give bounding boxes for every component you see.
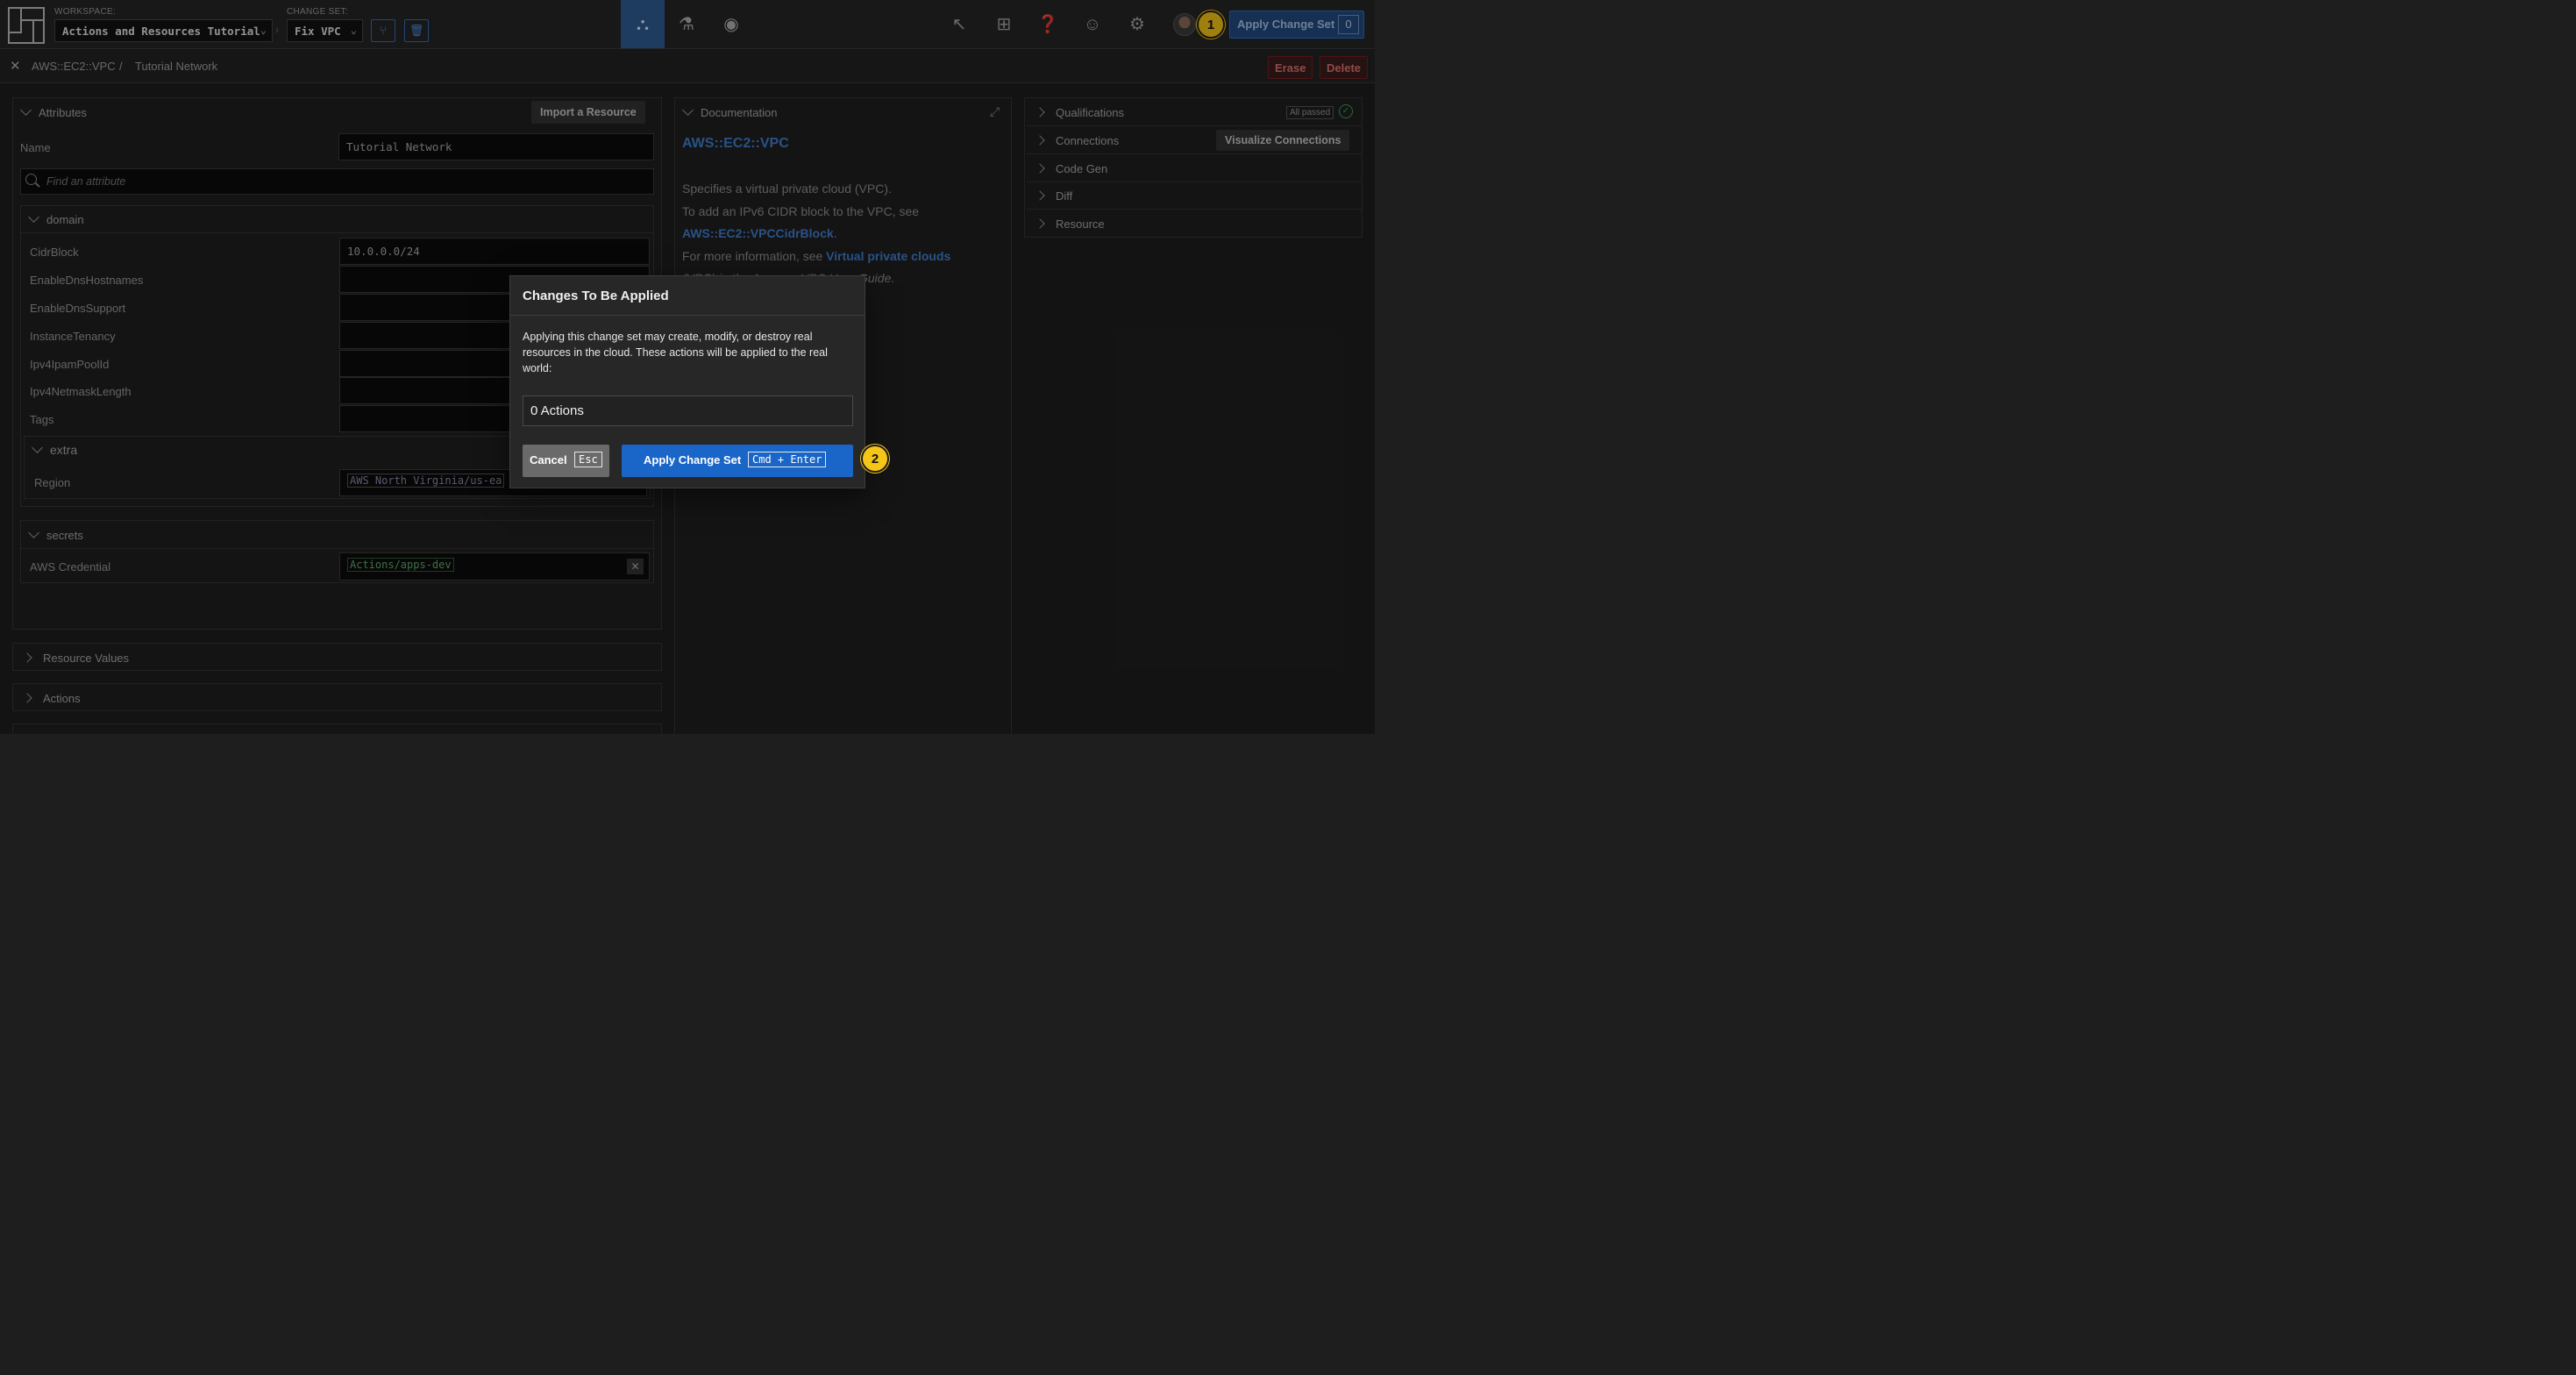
apply-changes-modal: Changes To Be Applied Applying this chan… xyxy=(509,275,865,488)
cancel-label: Cancel xyxy=(530,453,567,467)
esc-key-hint: Esc xyxy=(574,452,602,467)
modal-body-text: Applying this change set may create, mod… xyxy=(523,331,828,374)
cmd-enter-key-hint: Cmd + Enter xyxy=(748,452,827,467)
apply-confirm-label: Apply Change Set xyxy=(644,453,742,467)
step-badge-2: 2 xyxy=(861,445,889,473)
modal-divider xyxy=(510,315,865,316)
actions-count-box[interactable]: 0 Actions xyxy=(523,395,853,426)
modal-title: Changes To Be Applied xyxy=(523,289,669,303)
apply-change-set-confirm-button[interactable]: Apply Change Set Cmd + Enter xyxy=(622,445,853,477)
cancel-button[interactable]: Cancel Esc xyxy=(523,445,609,477)
